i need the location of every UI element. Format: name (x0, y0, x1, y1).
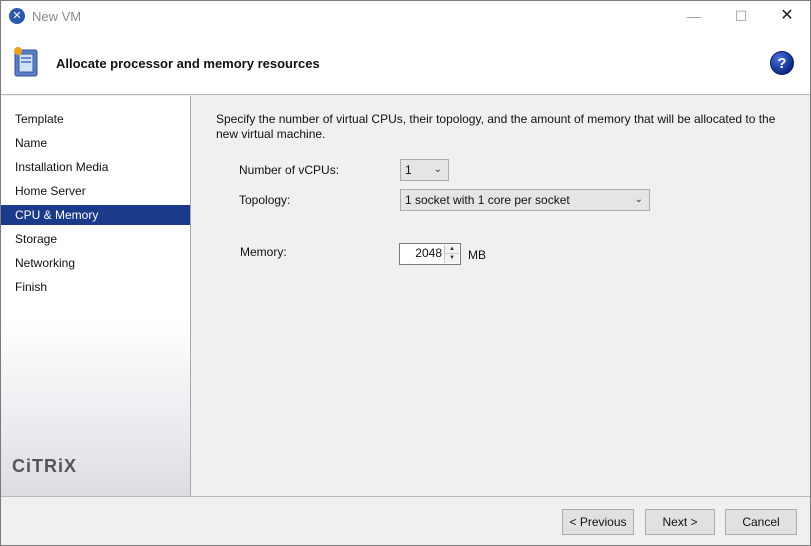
wizard-header: Allocate processor and memory resources … (1, 32, 810, 95)
sidebar-item-cpu-memory[interactable]: CPU & Memory (1, 205, 190, 225)
vcpus-dropdown[interactable]: 1 ⌄ (400, 159, 449, 181)
page-title: Allocate processor and memory resources (56, 56, 320, 71)
citrix-logo: CiTRiX (12, 456, 78, 476)
sidebar-item-name[interactable]: Name (1, 133, 190, 153)
vcpus-value: 1 (405, 163, 412, 177)
close-icon[interactable]: ✕ (764, 1, 810, 32)
cancel-button[interactable]: Cancel (725, 509, 797, 535)
spin-buttons: ▲ ▼ (444, 245, 459, 263)
topology-label: Topology: (239, 193, 291, 207)
memory-value: 2048 (415, 246, 442, 260)
wizard-footer: < Previous Next > Cancel (1, 496, 810, 545)
spin-down-icon[interactable]: ▼ (445, 254, 459, 263)
spin-up-icon[interactable]: ▲ (445, 245, 459, 254)
sidebar-item-finish[interactable]: Finish (1, 277, 190, 297)
memory-label: Memory: (240, 245, 287, 259)
wizard-sidebar: Template Name Installation Media Home Se… (1, 96, 191, 496)
topology-value: 1 socket with 1 core per socket (405, 193, 570, 207)
memory-unit: MB (468, 248, 486, 262)
minimize-icon[interactable]: — (671, 1, 717, 32)
main-panel: Specify the number of virtual CPUs, thei… (192, 96, 810, 496)
previous-button[interactable]: < Previous (562, 509, 634, 535)
title-bar: ✕ New VM — ☐ ✕ (1, 1, 810, 32)
sidebar-item-installation-media[interactable]: Installation Media (1, 157, 190, 177)
memory-spinner[interactable]: 2048 ▲ ▼ (399, 243, 461, 265)
sidebar-item-template[interactable]: Template (1, 109, 190, 129)
help-icon[interactable]: ? (770, 51, 794, 75)
topology-dropdown[interactable]: 1 socket with 1 core per socket ⌄ (400, 189, 650, 211)
vcpus-label: Number of vCPUs: (239, 163, 340, 177)
sidebar-item-storage[interactable]: Storage (1, 229, 190, 249)
dropdown-arrow-icon: ⌄ (634, 194, 643, 205)
window-title: New VM (32, 9, 82, 24)
sidebar-item-home-server[interactable]: Home Server (1, 181, 190, 201)
new-vm-window: ✕ New VM — ☐ ✕ Allocate processor and me… (0, 0, 811, 546)
description-text: Specify the number of virtual CPUs, thei… (216, 112, 776, 141)
next-button[interactable]: Next > (645, 509, 715, 535)
wizard-icon (14, 47, 38, 77)
sidebar-item-networking[interactable]: Networking (1, 253, 190, 273)
dropdown-arrow-icon: ⌄ (433, 164, 442, 175)
maximize-icon[interactable]: ☐ (718, 1, 764, 32)
app-icon: ✕ (9, 8, 25, 24)
